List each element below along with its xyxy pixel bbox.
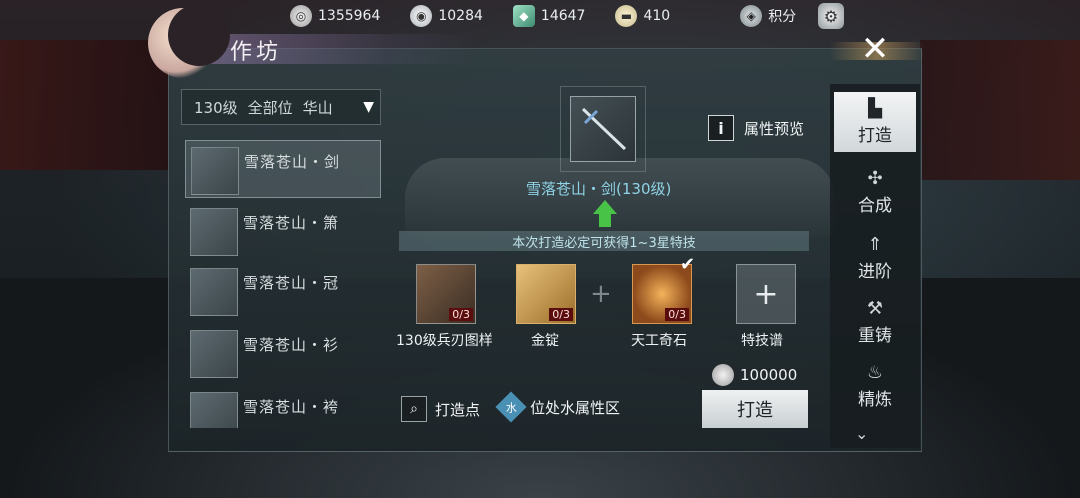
currency-silver-value: 10284 [438, 8, 483, 24]
currency-jade-value: 14647 [540, 8, 586, 24]
list-item[interactable]: 雪落苍山・衫 [185, 324, 379, 380]
robe-icon [190, 330, 238, 378]
attribute-preview-button[interactable]: i 属性预览 [708, 115, 804, 141]
silver-icon: ◉ [410, 5, 433, 27]
forge-point-button[interactable]: ⌕ 打造点 [401, 396, 480, 422]
item-name: 雪落苍山・冠 [243, 274, 340, 292]
coin-icon: ◎ [290, 5, 312, 27]
anvil-icon: ▙ [868, 98, 882, 119]
forge-point-label: 打造点 [435, 400, 481, 419]
crown-icon [190, 268, 238, 316]
score-icon: ◈ [740, 5, 763, 27]
attribute-preview-label: 属性预览 [744, 119, 805, 138]
material-label: 特技谱 [741, 333, 783, 349]
currency-score[interactable]: ◈ 积分 [740, 0, 796, 32]
material-label: 金锭 [531, 333, 559, 349]
currency-coin-value: 1355964 [318, 8, 381, 24]
list-item[interactable]: 雪落苍山・箫 [185, 202, 379, 258]
flute-icon [190, 208, 238, 256]
item-name: 雪落苍山・剑 [244, 153, 341, 171]
forge-button[interactable]: 打造 [702, 390, 808, 428]
item-name: 雪落苍山・衫 [243, 336, 340, 354]
target-weapon-icon[interactable] [570, 96, 636, 162]
settings-gear-icon[interactable]: ⚙ [818, 3, 844, 29]
combine-icon: ✣ [867, 168, 883, 189]
material-label: 130级兵刃图样 [396, 333, 493, 349]
currency-coin: ◎ 1355964 [290, 0, 380, 32]
currency-ingot: ▬ 410 [615, 0, 670, 32]
coin-icon [712, 364, 734, 386]
tab-forge[interactable]: ▙ 打造 [834, 92, 916, 152]
forge-notice: 本次打造必定可获得1~3星特技 [399, 231, 809, 251]
chevron-down-icon[interactable]: ⌄ [855, 424, 868, 443]
advance-icon: ⇑ [867, 234, 883, 255]
forge-cost-value: 100000 [740, 366, 798, 384]
tab-refine[interactable]: ♨ 精炼 [834, 356, 916, 416]
material-count: 0/3 [549, 308, 573, 321]
filter-level: 130级 [194, 98, 238, 117]
item-name: 雪落苍山・袴 [243, 398, 340, 416]
currency-bar: ◎ 1355964 ◉ 10284 ◆ 14647 ▬ 410 ◈ 积分 [290, 0, 826, 32]
moon-shadow [168, 4, 230, 66]
currency-silver: ◉ 10284 [410, 0, 483, 32]
tab-label: 重铸 [858, 326, 892, 346]
add-icon: + [753, 276, 779, 312]
forge-cost: 100000 [712, 364, 797, 386]
water-element-icon: 水 [495, 391, 527, 423]
tab-label: 打造 [858, 126, 892, 146]
search-icon: ⌕ [401, 396, 427, 422]
material-gold-ingot-slot[interactable]: 0/3 [516, 264, 576, 324]
water-area-label: 位处水属性区 [530, 398, 621, 417]
tab-advance[interactable]: ⇑ 进阶 [834, 228, 916, 288]
background-building-right [920, 40, 1080, 180]
list-item[interactable]: 雪落苍山・冠 [185, 262, 379, 318]
material-count: 0/3 [449, 308, 473, 321]
tab-label: 精炼 [858, 390, 892, 410]
up-arrow-icon [593, 200, 617, 214]
filter-part: 全部位 [247, 98, 293, 117]
currency-jade: ◆ 14647 [512, 0, 586, 32]
list-item[interactable]: 雪落苍山・剑 [185, 140, 381, 198]
list-item[interactable]: 雪落苍山・袴 [185, 386, 379, 428]
page-title: 作坊 [230, 40, 283, 65]
flame-icon: ♨ [866, 362, 884, 383]
material-label: 天工奇石 [631, 333, 687, 349]
close-button[interactable]: ✕ [852, 26, 898, 72]
material-count: 0/3 [665, 308, 689, 321]
tab-combine[interactable]: ✣ 合成 [834, 162, 916, 222]
currency-score-label: 积分 [768, 9, 797, 25]
chevron-down-icon: ▼ [363, 99, 374, 115]
tab-label: 进阶 [858, 262, 892, 282]
item-list[interactable]: 雪落苍山・剑 雪落苍山・箫 雪落苍山・冠 雪落苍山・衫 雪落苍山・袴 [181, 132, 381, 428]
filter-dropdown[interactable]: 130级 全部位 华山 ▼ [181, 89, 381, 125]
currency-ingot-value: 410 [643, 8, 671, 24]
ingot-icon: ▬ [615, 5, 638, 27]
sword-icon [191, 147, 239, 195]
water-area-button[interactable]: 水 位处水属性区 [495, 391, 621, 423]
plus-icon: + [590, 279, 612, 309]
checkmark-icon[interactable]: ✔ [680, 254, 695, 275]
sword-icon [581, 107, 627, 151]
filter-school: 华山 [302, 98, 333, 117]
material-pattern-slot[interactable]: 0/3 [416, 264, 476, 324]
target-weapon-name: 雪落苍山・剑(130级) [526, 180, 672, 198]
tab-label: 合成 [858, 196, 892, 216]
skill-book-add-slot[interactable]: + [736, 264, 796, 324]
trousers-icon [190, 392, 238, 428]
tab-recast[interactable]: ⚒ 重铸 [834, 292, 916, 352]
hammer-icon: ⚒ [866, 298, 884, 319]
tab-bar: ▙ 打造 ✣ 合成 ⇑ 进阶 ⚒ 重铸 ♨ 精炼 [830, 84, 920, 448]
up-arrow-stem [599, 213, 611, 227]
info-icon: i [708, 115, 734, 141]
jade-icon: ◆ [512, 5, 535, 27]
background-building-left [0, 40, 170, 170]
item-name: 雪落苍山・箫 [243, 214, 340, 232]
